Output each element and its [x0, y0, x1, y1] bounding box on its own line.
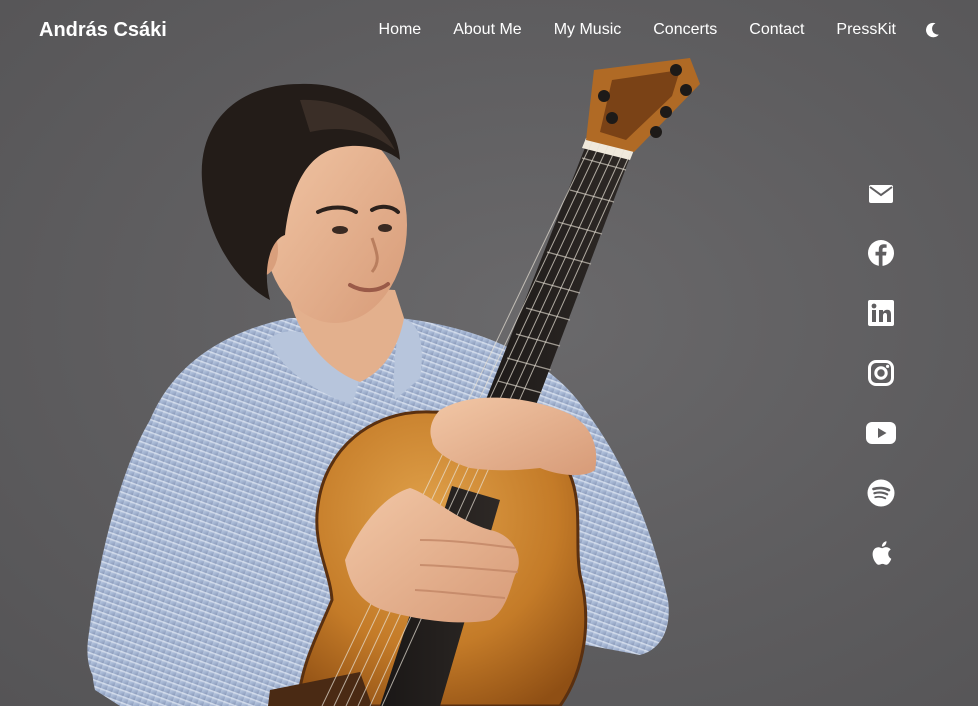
site-brand[interactable]: András Csáki: [39, 18, 167, 42]
nav-my-music[interactable]: My Music: [554, 20, 622, 40]
main-nav: Home About Me My Music Concerts Contact …: [379, 20, 896, 40]
navbar: András Csáki Home About Me My Music Conc…: [0, 0, 978, 58]
nav-about-me[interactable]: About Me: [453, 20, 521, 40]
moon-icon[interactable]: [922, 20, 942, 40]
youtube-icon[interactable]: [858, 413, 904, 453]
nav-contact[interactable]: Contact: [749, 20, 804, 40]
mail-icon[interactable]: [858, 174, 904, 214]
facebook-icon[interactable]: [858, 233, 904, 273]
nav-home[interactable]: Home: [379, 20, 422, 40]
apple-icon[interactable]: [858, 533, 904, 573]
instagram-icon[interactable]: [858, 353, 904, 393]
hero-photo: [87, 58, 700, 706]
linkedin-icon[interactable]: [858, 293, 904, 333]
nav-presskit[interactable]: PressKit: [836, 20, 896, 40]
nav-concerts[interactable]: Concerts: [653, 20, 717, 40]
spotify-icon[interactable]: [858, 473, 904, 513]
page: András Csáki Home About Me My Music Conc…: [0, 0, 978, 706]
